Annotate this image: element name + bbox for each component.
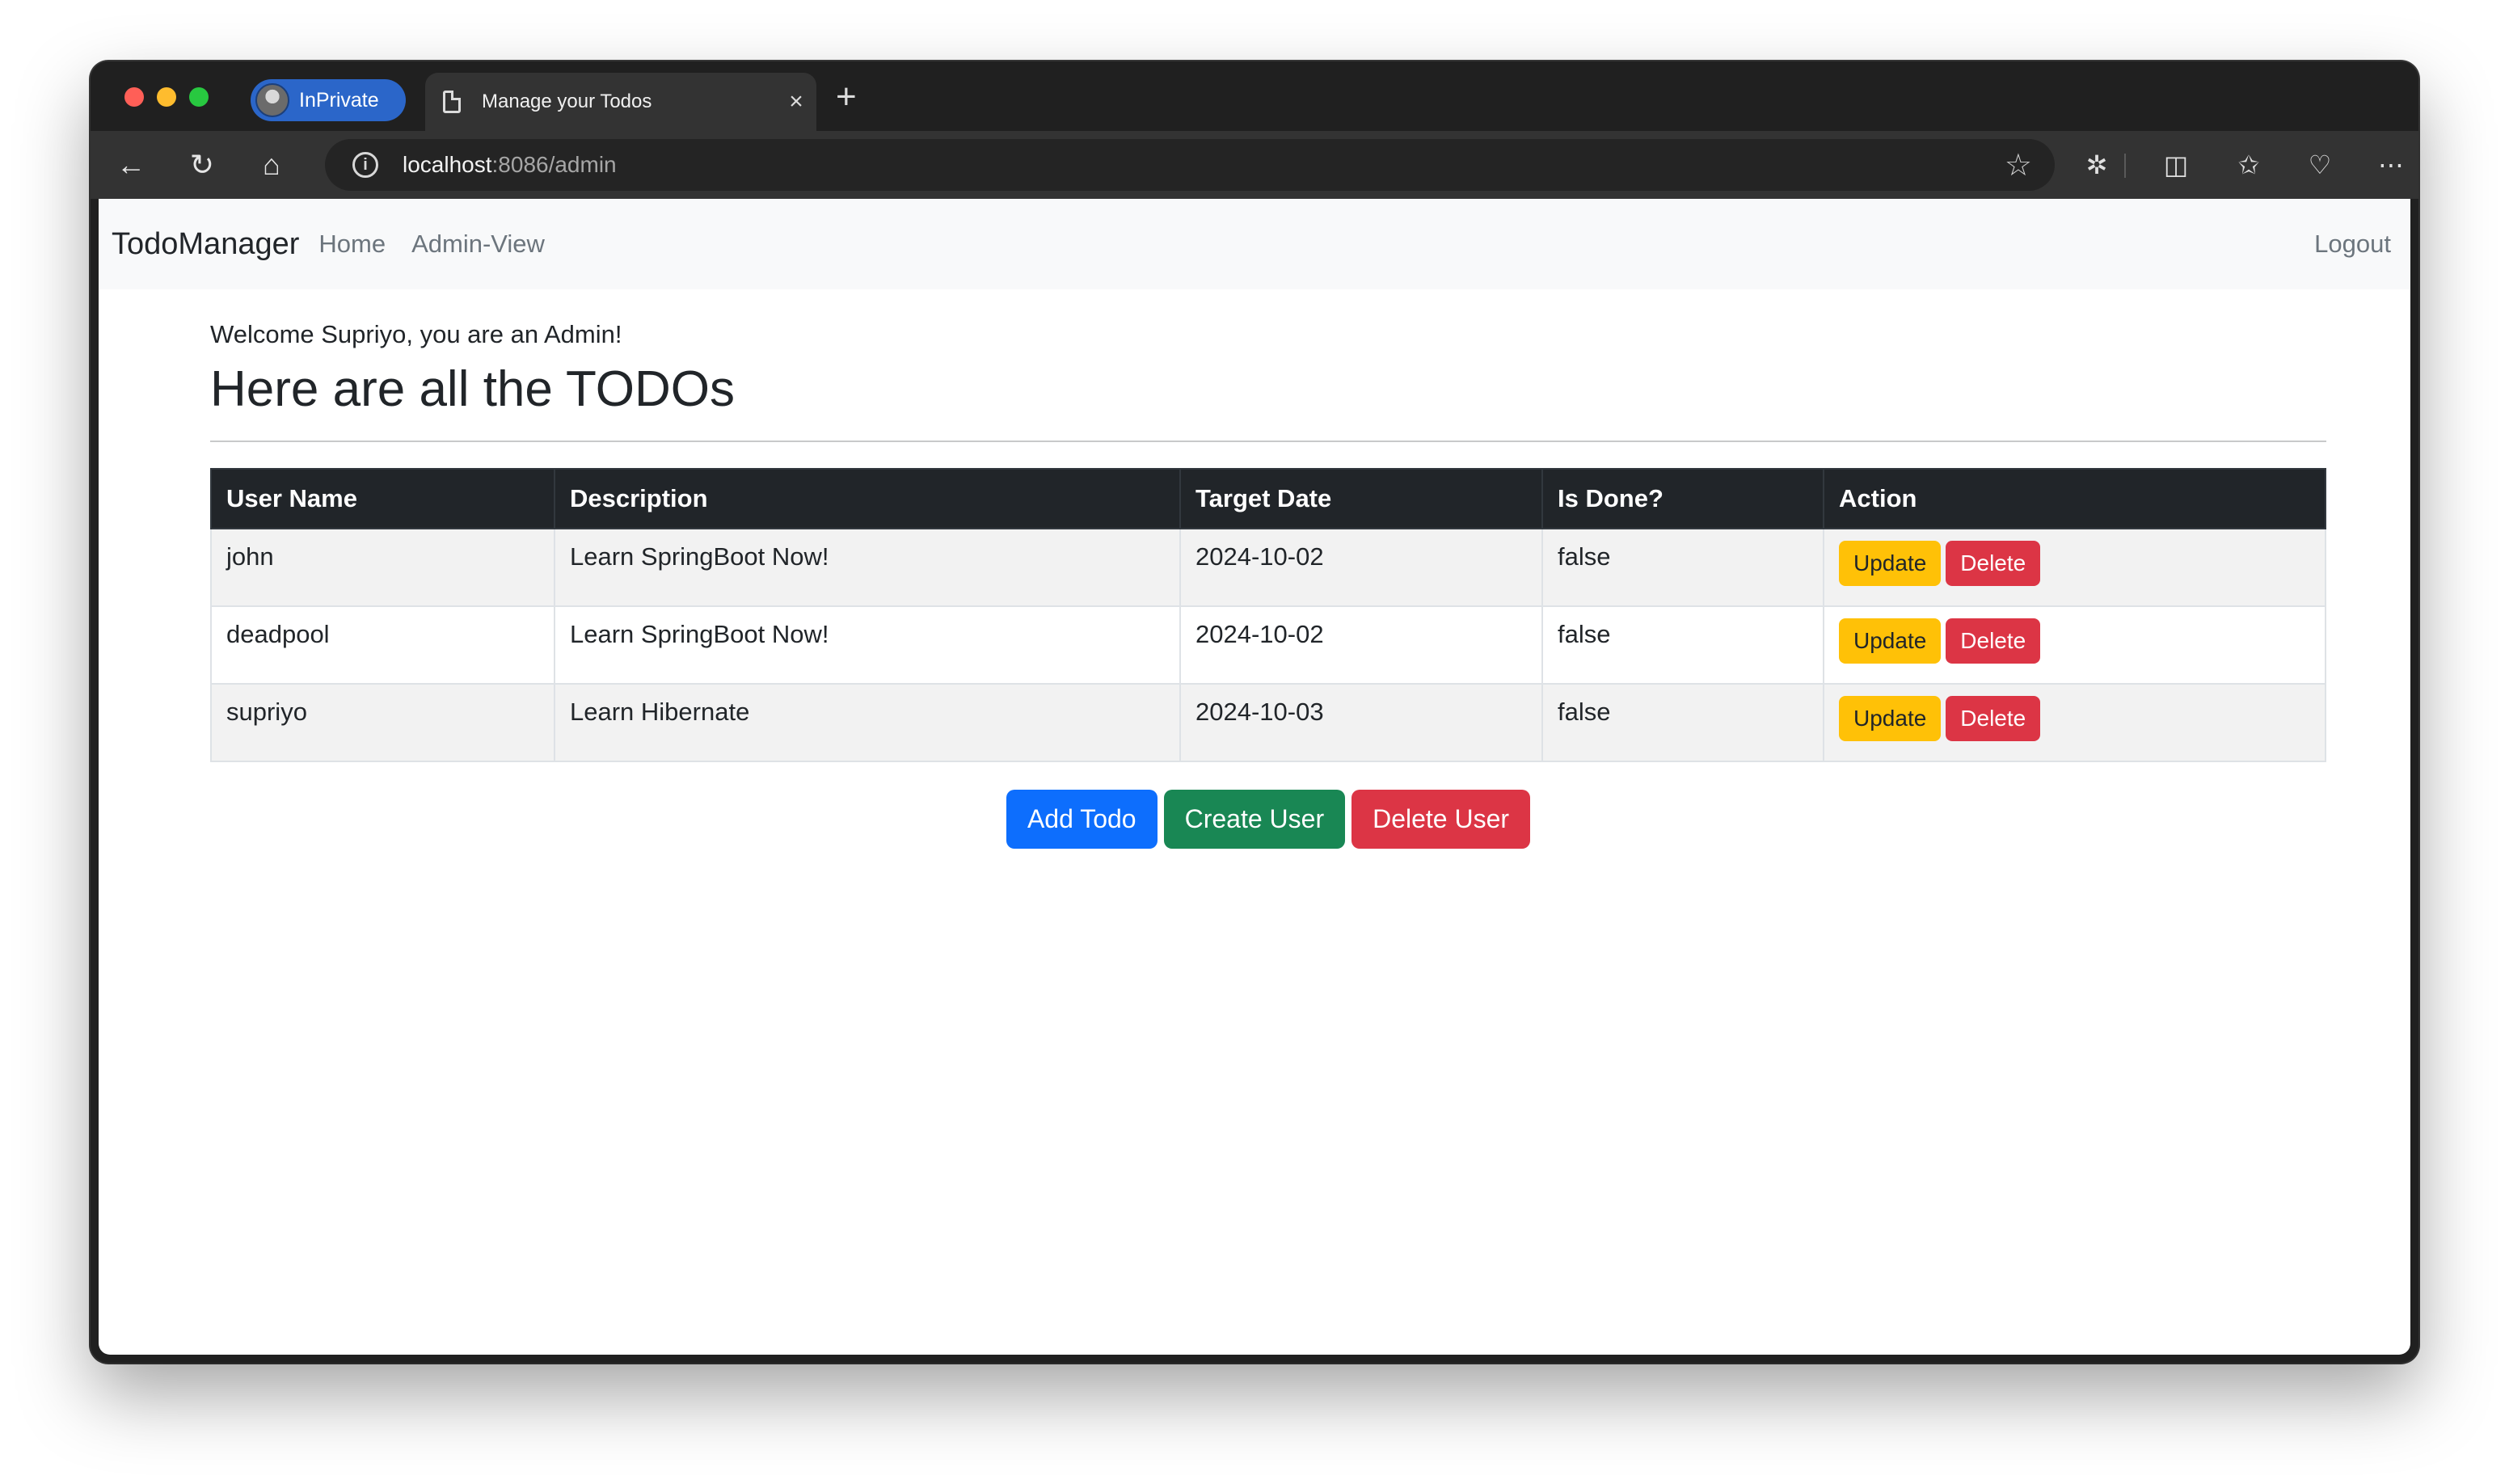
app-navbar: TodoManager Home Admin-View Logout — [99, 199, 2410, 289]
update-button[interactable]: Update — [1839, 618, 1942, 664]
table-header-row: User Name Description Target Date Is Don… — [210, 468, 2326, 529]
column-header-action: Action — [1823, 468, 2326, 529]
delete-user-button[interactable]: Delete User — [1351, 790, 1531, 849]
extensions-puzzle-icon[interactable]: ✲ — [2077, 145, 2116, 184]
cell-is-done: false — [1541, 528, 1824, 607]
page-title: Here are all the TODOs — [210, 361, 735, 417]
favorites-icon[interactable]: ✩ — [2229, 145, 2268, 184]
toolbar-divider — [2124, 154, 2126, 178]
cell-target-date: 2024-10-03 — [1179, 683, 1543, 762]
create-user-button[interactable]: Create User — [1163, 790, 1346, 849]
back-arrow-icon[interactable]: ← — [112, 145, 150, 184]
split-screen-icon[interactable]: ◫ — [2157, 145, 2195, 184]
tab-manage-todos[interactable]: Manage your Todos × — [425, 73, 816, 131]
home-icon[interactable]: ⌂ — [252, 145, 291, 184]
delete-button[interactable]: Delete — [1946, 541, 2041, 586]
brand-link[interactable]: TodoManager — [112, 227, 299, 262]
delete-button[interactable]: Delete — [1946, 696, 2041, 741]
site-info-icon[interactable]: i — [352, 152, 378, 178]
table-row: supriyo Learn Hibernate 2024-10-03 false… — [210, 683, 2326, 762]
cell-actions: Update Delete — [1823, 683, 2326, 762]
new-tab-button[interactable]: + — [836, 78, 857, 116]
main-container: Welcome Supriyo, you are an Admin! Here … — [210, 289, 2326, 849]
browser-essentials-heart-icon[interactable]: ♡ — [2300, 145, 2339, 184]
nav-link-admin-view[interactable]: Admin-View — [411, 230, 545, 259]
browser-window: InPrivate Manage your Todos × + ← ↻ ⌂ i … — [91, 61, 2418, 1363]
cell-description: Learn SpringBoot Now! — [554, 605, 1181, 685]
nav-link-home[interactable]: Home — [318, 230, 386, 259]
cell-is-done: false — [1541, 605, 1824, 685]
close-tab-icon[interactable]: × — [776, 88, 816, 116]
favorite-star-icon[interactable]: ☆ — [2005, 147, 2032, 183]
todos-table: User Name Description Target Date Is Don… — [210, 468, 2326, 762]
cell-actions: Update Delete — [1823, 528, 2326, 607]
reload-icon[interactable]: ↻ — [183, 145, 221, 184]
page-viewport: TodoManager Home Admin-View Logout Welco… — [99, 199, 2410, 1355]
cell-user-name: john — [210, 528, 555, 607]
cell-target-date: 2024-10-02 — [1179, 605, 1543, 685]
tab-title: Manage your Todos — [482, 91, 652, 112]
inprivate-label: InPrivate — [299, 88, 379, 112]
browser-toolbar: ← ↻ ⌂ i localhost:8086/admin ☆ ✲ ◫ ✩ ♡ ⋯ — [91, 131, 2418, 199]
add-todo-button[interactable]: Add Todo — [1006, 790, 1158, 849]
divider — [210, 441, 2326, 442]
address-bar[interactable]: i localhost:8086/admin ☆ — [325, 139, 2055, 191]
welcome-message: Welcome Supriyo, you are an Admin! — [210, 320, 622, 348]
close-window-button[interactable] — [124, 87, 144, 107]
tab-strip: InPrivate Manage your Todos × + — [91, 61, 2418, 131]
avatar — [255, 83, 289, 117]
logout-link[interactable]: Logout — [2314, 230, 2391, 259]
update-button[interactable]: Update — [1839, 696, 1942, 741]
cell-is-done: false — [1541, 683, 1824, 762]
cell-user-name: supriyo — [210, 683, 555, 762]
cell-user-name: deadpool — [210, 605, 555, 685]
cell-target-date: 2024-10-02 — [1179, 528, 1543, 607]
inprivate-profile-button[interactable]: InPrivate — [251, 79, 406, 121]
more-menu-icon[interactable]: ⋯ — [2372, 145, 2410, 184]
column-header-is-done: Is Done? — [1541, 468, 1824, 529]
bottom-actions: Add Todo Create User Delete User — [210, 790, 2326, 849]
url-path: :8086/admin — [491, 152, 617, 177]
document-icon — [443, 91, 461, 113]
delete-button[interactable]: Delete — [1946, 618, 2041, 664]
cell-actions: Update Delete — [1823, 605, 2326, 685]
update-button[interactable]: Update — [1839, 541, 1942, 586]
column-header-user-name: User Name — [210, 468, 555, 529]
url-host: localhost — [403, 152, 492, 177]
cell-description: Learn Hibernate — [554, 683, 1181, 762]
table-row: deadpool Learn SpringBoot Now! 2024-10-0… — [210, 605, 2326, 685]
maximize-window-button[interactable] — [189, 87, 209, 107]
cell-description: Learn SpringBoot Now! — [554, 528, 1181, 607]
minimize-window-button[interactable] — [157, 87, 176, 107]
column-header-target-date: Target Date — [1179, 468, 1543, 529]
table-row: john Learn SpringBoot Now! 2024-10-02 fa… — [210, 528, 2326, 607]
column-header-description: Description — [554, 468, 1181, 529]
